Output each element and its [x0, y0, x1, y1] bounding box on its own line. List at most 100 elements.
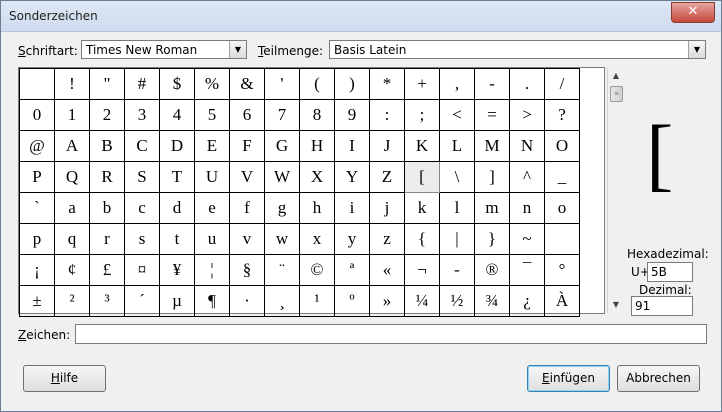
- character-cell[interactable]: ?: [544, 99, 580, 131]
- character-cell[interactable]: ¹: [299, 285, 335, 317]
- character-cell[interactable]: ª: [334, 254, 370, 286]
- character-cell[interactable]: »: [369, 285, 405, 317]
- character-cell[interactable]: Z: [369, 161, 405, 193]
- character-cell[interactable]: 6: [229, 99, 265, 131]
- character-cell[interactable]: ·: [229, 285, 265, 317]
- character-cell[interactable]: =: [474, 99, 510, 131]
- character-cell[interactable]: 0: [19, 99, 55, 131]
- character-cell[interactable]: >: [509, 99, 545, 131]
- close-button[interactable]: ✕: [671, 2, 715, 23]
- vertical-scrollbar[interactable]: ▲ ≡ ▼: [607, 68, 624, 313]
- character-cell[interactable]: ´: [124, 285, 160, 317]
- character-cell[interactable]: £: [89, 254, 125, 286]
- character-cell[interactable]: l: [439, 192, 475, 224]
- dec-input[interactable]: 91: [631, 296, 693, 316]
- character-cell[interactable]: ): [334, 68, 370, 100]
- character-cell[interactable]: N: [509, 130, 545, 162]
- character-cell[interactable]: q: [54, 223, 90, 255]
- character-cell[interactable]: 4: [159, 99, 195, 131]
- character-cell[interactable]: i: [334, 192, 370, 224]
- character-cell[interactable]: °: [544, 254, 580, 286]
- character-cell[interactable]: -: [474, 68, 510, 100]
- character-cell[interactable]: b: [89, 192, 125, 224]
- character-cell[interactable]: Q: [54, 161, 90, 193]
- character-cell[interactable]: m: [474, 192, 510, 224]
- character-cell[interactable]: K: [404, 130, 440, 162]
- character-cell[interactable]: :: [369, 99, 405, 131]
- character-cell[interactable]: A: [54, 130, 90, 162]
- character-cell[interactable]: ": [89, 68, 125, 100]
- character-cell[interactable]: L: [439, 130, 475, 162]
- character-cell[interactable]: -: [439, 254, 475, 286]
- character-cell[interactable]: ¤: [124, 254, 160, 286]
- character-cell[interactable]: ~: [509, 223, 545, 255]
- character-cell[interactable]: ³: [89, 285, 125, 317]
- character-cell[interactable]: \: [439, 161, 475, 193]
- character-cell[interactable]: _: [544, 161, 580, 193]
- character-cell[interactable]: ¡: [19, 254, 55, 286]
- character-cell[interactable]: 9: [334, 99, 370, 131]
- character-cell[interactable]: g: [264, 192, 300, 224]
- character-cell[interactable]: ': [264, 68, 300, 100]
- character-cell[interactable]: r: [89, 223, 125, 255]
- character-cell[interactable]: s: [124, 223, 160, 255]
- character-cell[interactable]: [544, 223, 580, 255]
- character-cell[interactable]: I: [334, 130, 370, 162]
- character-cell[interactable]: 7: [264, 99, 300, 131]
- character-table[interactable]: ! " # $% & '() * +, -./0 1 2 3 4 5 6 7 8 9:; < = >? @ A B C D E F G H…: [19, 68, 580, 317]
- character-cell[interactable]: {: [404, 223, 440, 255]
- character-cell[interactable]: h: [299, 192, 335, 224]
- character-cell[interactable]: ¢: [54, 254, 90, 286]
- character-cell[interactable]: 3: [124, 99, 160, 131]
- character-cell[interactable]: o: [544, 192, 580, 224]
- character-cell[interactable]: +: [404, 68, 440, 100]
- arrow-down-icon[interactable]: ▼: [608, 297, 624, 313]
- character-cell[interactable]: ©: [299, 254, 335, 286]
- character-cell[interactable]: º: [334, 285, 370, 317]
- character-cell[interactable]: .: [509, 68, 545, 100]
- character-cell[interactable]: ²: [54, 285, 90, 317]
- character-cell[interactable]: ¾: [474, 285, 510, 317]
- character-cell[interactable]: ^: [509, 161, 545, 193]
- character-cell[interactable]: J: [369, 130, 405, 162]
- character-cell[interactable]: &: [229, 68, 265, 100]
- character-cell[interactable]: e: [194, 192, 230, 224]
- insert-button[interactable]: Einfügen: [527, 365, 610, 392]
- character-cell[interactable]: ;: [404, 99, 440, 131]
- character-cell[interactable]: ¼: [404, 285, 440, 317]
- character-cell[interactable]: d: [159, 192, 195, 224]
- arrow-up-icon[interactable]: ▲: [608, 68, 624, 84]
- character-cell[interactable]: z: [369, 223, 405, 255]
- character-cell[interactable]: 2: [89, 99, 125, 131]
- font-select[interactable]: Times New Roman ▼: [81, 40, 247, 59]
- character-cell[interactable]: M: [474, 130, 510, 162]
- character-cell[interactable]: H: [299, 130, 335, 162]
- character-cell[interactable]: |: [439, 223, 475, 255]
- character-cell[interactable]: P: [19, 161, 55, 193]
- chevron-down-icon[interactable]: ▼: [229, 41, 246, 58]
- character-cell[interactable]: ]: [474, 161, 510, 193]
- scroll-thumb[interactable]: ≡: [610, 86, 623, 102]
- character-cell[interactable]: U: [194, 161, 230, 193]
- character-cell[interactable]: «: [369, 254, 405, 286]
- character-cell[interactable]: µ: [159, 285, 195, 317]
- character-cell[interactable]: c: [124, 192, 160, 224]
- chevron-down-icon[interactable]: ▼: [688, 41, 705, 58]
- character-cell[interactable]: f: [229, 192, 265, 224]
- help-button[interactable]: Hilfe: [23, 365, 106, 392]
- hex-input[interactable]: 5B: [647, 262, 693, 282]
- character-cell[interactable]: 5: [194, 99, 230, 131]
- character-cell[interactable]: ,: [439, 68, 475, 100]
- character-cell[interactable]: [: [404, 161, 440, 193]
- character-cell[interactable]: R: [89, 161, 125, 193]
- character-cell[interactable]: ¯: [509, 254, 545, 286]
- character-cell[interactable]: Y: [334, 161, 370, 193]
- character-cell[interactable]: v: [229, 223, 265, 255]
- character-cell[interactable]: ±: [19, 285, 55, 317]
- character-cell[interactable]: ¶: [194, 285, 230, 317]
- character-cell[interactable]: y: [334, 223, 370, 255]
- character-grid[interactable]: ! " # $% & '() * +, -./0 1 2 3 4 5 6 7 8 9:; < = >? @ A B C D E F G H…: [18, 67, 624, 317]
- character-cell[interactable]: [19, 68, 55, 100]
- character-cell[interactable]: ®: [474, 254, 510, 286]
- character-cell[interactable]: $: [159, 68, 195, 100]
